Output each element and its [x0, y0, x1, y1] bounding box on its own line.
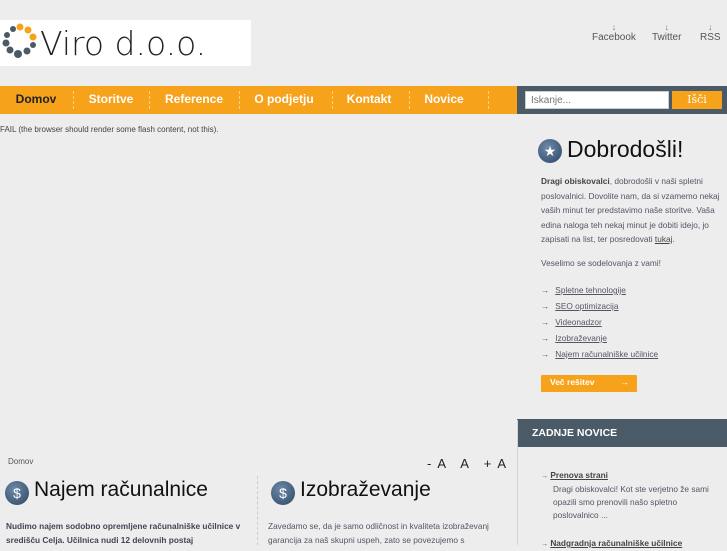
font-increase-button[interactable]: +A	[484, 456, 512, 471]
logo-text: Viro d.o.o.	[40, 24, 207, 63]
social-label: Facebook	[592, 32, 636, 43]
nav-domov[interactable]: Domov	[6, 86, 66, 114]
breadcrumb[interactable]: Domov	[8, 457, 33, 466]
column-divider	[257, 476, 258, 545]
social-rss[interactable]: ↓ RSS	[700, 22, 721, 43]
search-button[interactable]: Išči	[672, 91, 722, 109]
nav-reference[interactable]: Reference	[155, 86, 233, 114]
font-size-controls: -A A +A	[427, 456, 512, 471]
arrow-right-icon: →	[541, 473, 548, 480]
nav-storitve[interactable]: Storitve	[78, 86, 144, 114]
welcome-text: Dragi obiskovalci, dobrodošli v naši spl…	[541, 174, 727, 270]
arrow-right-icon: →	[541, 349, 550, 359]
period: .	[672, 234, 675, 244]
font-reset-button[interactable]: A	[460, 456, 474, 471]
font-decrease-button[interactable]: -A	[427, 456, 451, 471]
solution-link[interactable]: → Najem računalniške učilnice	[541, 349, 658, 359]
solution-link[interactable]: → Spletne tehnologije	[541, 285, 626, 295]
dollar-icon: $	[5, 481, 29, 505]
nav-o-podjetju[interactable]: O podjetju	[245, 86, 323, 114]
welcome-bold: Dragi obiskovalci	[541, 176, 610, 186]
arrow-down-icon: ↓	[708, 22, 713, 32]
tukaj-link[interactable]: tukaj	[655, 234, 673, 244]
column-text: Zavedamo se, da je samo odličnost in kva…	[268, 521, 489, 545]
logo[interactable]: Viro d.o.o.	[0, 20, 251, 66]
welcome-closing: Veselimo se sodelovanja z vami!	[541, 257, 661, 268]
nav-novice[interactable]: Novice	[414, 86, 474, 114]
arrow-right-icon: →	[541, 301, 550, 311]
solution-link[interactable]: → Videonadzor	[541, 317, 602, 327]
social-facebook[interactable]: ↓ Facebook	[592, 22, 636, 43]
social-twitter[interactable]: ↓ Twitter	[652, 22, 681, 43]
column-title: Izobraževanje	[300, 478, 431, 501]
arrow-right-icon: →	[541, 333, 550, 343]
news-excerpt: Dragi obiskovalci! Kot ste verjetno že s…	[553, 484, 709, 520]
welcome-title: Dobrodošli!	[567, 136, 684, 162]
button-label: Več rešitev	[550, 377, 595, 387]
arrow-right-icon: →	[541, 285, 550, 295]
news-item: → Prenova strani Dragi obiskovalci! Kot …	[541, 469, 711, 522]
divider	[517, 420, 518, 545]
news-title-link[interactable]: Prenova strani	[550, 470, 608, 480]
flash-fallback-text: FAIL (the browser should render some fla…	[0, 125, 219, 134]
arrow-down-icon: ↓	[664, 22, 669, 32]
welcome-body: , dobrodošli v naši spletni poslovalnici…	[541, 176, 720, 244]
main-nav: Domov Storitve Reference O podjetju Kont…	[0, 86, 517, 114]
column-title: Najem računalnice	[34, 478, 208, 501]
column-text: Nudimo najem sodobno opremljene računaln…	[6, 521, 241, 545]
arrow-down-icon: ↓	[611, 22, 617, 32]
news-heading: ZADNJE NOVICE	[517, 419, 727, 447]
search-bar: Išči	[517, 86, 727, 114]
solution-link[interactable]: → Izobraževanje	[541, 333, 607, 343]
more-solutions-button[interactable]: Več rešitev →	[541, 375, 637, 392]
news-item: → Nadgradnja računalniške učilnice	[541, 537, 682, 551]
arrow-right-icon: →	[541, 317, 550, 327]
news-title-link[interactable]: Nadgradnja računalniške učilnice	[550, 538, 682, 548]
search-input[interactable]	[525, 91, 669, 109]
nav-kontakt[interactable]: Kontakt	[337, 86, 401, 114]
dollar-icon: $	[271, 481, 295, 505]
logo-dots-icon	[2, 23, 37, 58]
social-label: Twitter	[652, 32, 682, 43]
star-icon: ★	[538, 139, 562, 163]
arrow-right-icon: →	[620, 377, 630, 387]
solution-link[interactable]: → SEO optimizacija	[541, 301, 618, 311]
social-label: RSS	[700, 32, 721, 43]
